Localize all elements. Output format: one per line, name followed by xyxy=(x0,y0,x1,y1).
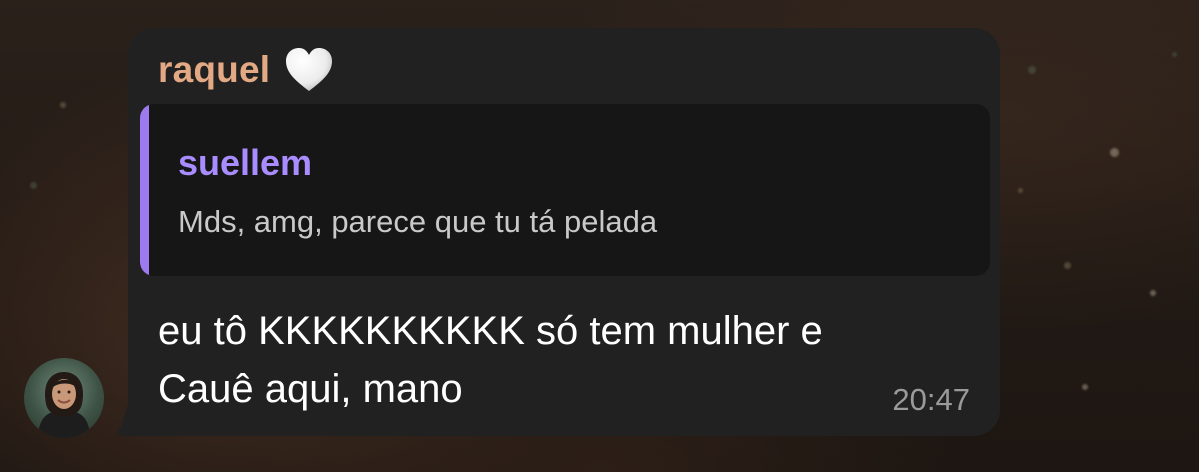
background-bokeh xyxy=(1018,188,1023,193)
user-avatar-icon xyxy=(38,372,90,438)
white-heart-icon xyxy=(286,48,333,91)
sender-name[interactable]: raquel xyxy=(158,49,270,91)
background-bokeh xyxy=(60,102,66,108)
message-text-line: eu tô KKKKKKKKKK só tem mulher e xyxy=(158,309,823,353)
sender-header: raquel xyxy=(158,46,334,94)
reply-text: Mds, amg, parece que tu tá pelada xyxy=(178,204,658,239)
background-bokeh xyxy=(1064,262,1071,269)
background-bokeh xyxy=(1172,52,1177,57)
reply-accent-bar xyxy=(140,104,149,276)
message-timestamp: 20:47 xyxy=(892,382,970,417)
message-text: eu tô KKKKKKKKKK só tem mulher e Cauê aq… xyxy=(158,302,958,418)
reply-quote[interactable]: suellem Mds, amg, parece que tu tá pelad… xyxy=(140,104,990,276)
background-bokeh xyxy=(1082,384,1088,390)
background-bokeh xyxy=(1028,66,1036,74)
background-bokeh xyxy=(1150,290,1156,296)
message-bubble[interactable]: raquel suellem Mds, amg, parece que tu t… xyxy=(128,28,1000,436)
sender-avatar[interactable] xyxy=(24,358,104,438)
background-bokeh xyxy=(30,182,37,189)
background-bokeh xyxy=(1110,148,1119,157)
message-text-line: Cauê aqui, mano xyxy=(158,367,463,411)
reply-author: suellem xyxy=(178,142,313,183)
